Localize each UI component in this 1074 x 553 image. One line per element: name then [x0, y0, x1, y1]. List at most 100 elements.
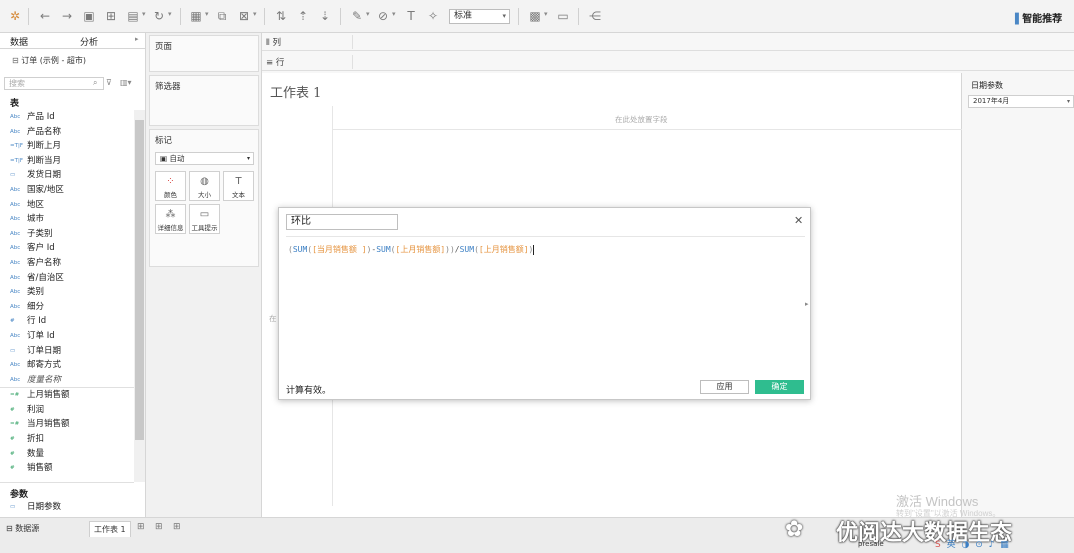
share-icon[interactable]: ⋲ — [588, 9, 602, 23]
field-item[interactable]: Abc 邮寄方式 — [0, 358, 134, 373]
new-dashboard-icon[interactable]: ⊞ — [155, 522, 163, 532]
datasource-tab[interactable]: ⊟ 数据源 — [2, 521, 43, 537]
field-item[interactable]: Abc 客户名称 — [0, 256, 134, 271]
highlight-icon[interactable]: ✎ — [350, 9, 364, 23]
parameter-select[interactable]: 2017年4月 ▾ — [968, 95, 1074, 108]
apply-button[interactable]: 应用 — [700, 380, 749, 394]
columns-shelf[interactable]: ⦀ 列 — [262, 33, 1074, 51]
scrollbar-thumb[interactable] — [135, 120, 144, 440]
section-table: 表 — [10, 99, 20, 109]
field-item[interactable]: # 利润 — [0, 403, 134, 418]
tableau-logo-icon[interactable]: ✲ — [8, 9, 22, 23]
calculation-name-input[interactable]: 环比 — [286, 214, 398, 230]
text-button[interactable]: T 文本 — [223, 171, 254, 201]
section-params: 参数 — [10, 490, 29, 500]
datasource-item[interactable]: ⊟ 订单 (示例 - 超市) — [12, 55, 86, 66]
format-select[interactable]: 标准 ▾ — [449, 9, 510, 24]
presentation-icon[interactable]: ▭ — [556, 9, 570, 23]
field-item[interactable]: =T|F 判断上月 — [0, 139, 134, 154]
undo-icon[interactable]: ← — [38, 9, 52, 23]
label-icon[interactable]: T — [404, 9, 418, 23]
filters-card[interactable]: 筛选器 — [149, 75, 259, 126]
save-icon[interactable]: ▣ — [82, 9, 96, 23]
field-item[interactable]: Abc 客户 Id — [0, 241, 134, 256]
swap-icon[interactable]: ⇅ — [274, 9, 288, 23]
color-button[interactable]: ⁘ 颜色 — [155, 171, 186, 201]
clear-icon[interactable]: ⊠ — [237, 9, 251, 23]
paste-icon[interactable]: ▤ — [126, 9, 140, 23]
field-item[interactable]: # 行 Id — [0, 314, 134, 329]
detail-button[interactable]: ⁂ 详细信息 — [155, 204, 186, 234]
tray-app-icon[interactable]: S — [935, 540, 941, 550]
field-item[interactable]: Abc 细分 — [0, 300, 134, 315]
new-story-icon[interactable]: ⊞ — [173, 522, 181, 532]
view-options-icon[interactable]: ▥▾ — [120, 78, 132, 87]
smart-recommend-label: 智能推荐 — [1022, 14, 1063, 25]
field-item[interactable]: =# 当月销售额 — [0, 417, 134, 432]
text-label: 文本 — [232, 191, 245, 199]
mark-type-select[interactable]: ▣ 自动 ▾ — [155, 152, 254, 165]
worksheet-title[interactable]: 工作表 1 — [270, 82, 321, 101]
field-item[interactable]: Abc 子类别 — [0, 227, 134, 242]
new-sheet-icon[interactable]: ▦ — [189, 9, 203, 23]
tray-moon-icon[interactable]: ◑ — [961, 540, 969, 550]
smart-recommend-button[interactable]: ▐ 智能推荐 — [1011, 10, 1062, 25]
tray-input-icon[interactable]: 英 — [947, 540, 956, 550]
dimension-type-icon: Abc — [10, 362, 21, 369]
field-list-scrollbar[interactable] — [134, 110, 145, 482]
sheet-tab[interactable]: 工作表 1 — [89, 521, 131, 537]
new-datasource-icon[interactable]: ⊞ — [104, 9, 118, 23]
duplicate-icon[interactable]: ⧉ — [215, 9, 229, 23]
field-label: 客户 Id — [27, 243, 55, 254]
filter-icon[interactable]: ⊽ — [106, 78, 112, 87]
close-icon[interactable]: ✕ — [794, 214, 803, 227]
tab-data[interactable]: 数据 — [10, 35, 28, 48]
field-item[interactable]: ▭ 订单日期 — [0, 344, 134, 359]
pin-icon[interactable]: ✧ — [426, 9, 440, 23]
tooltip-button[interactable]: ▭ 工具提示 — [189, 204, 220, 234]
parameter-pane: 日期参数 2017年4月 ▾ — [962, 73, 1074, 517]
formula-editor[interactable]: (SUM([当月销售额 ])-SUM([上月销售额]))/SUM([上月销售额]… — [288, 244, 535, 255]
field-item[interactable]: Abc 度量名称 — [0, 373, 134, 388]
tab-analysis[interactable]: 分析 — [80, 35, 98, 48]
size-button[interactable]: ◍ 大小 — [189, 171, 220, 201]
field-item[interactable]: # 数量 — [0, 447, 134, 462]
measure-type-icon: # — [10, 406, 15, 413]
field-item[interactable]: Abc 类别 — [0, 285, 134, 300]
pages-card[interactable]: 页面 — [149, 35, 259, 72]
field-item[interactable]: Abc 产品 Id — [0, 110, 134, 125]
field-item[interactable]: Abc 产品名称 — [0, 125, 134, 140]
text-cursor — [533, 244, 535, 255]
field-label: 当月销售额 — [27, 419, 70, 430]
refresh-icon[interactable]: ↻ — [152, 9, 166, 23]
field-item[interactable]: # 销售额 — [0, 461, 134, 476]
sort-desc-icon[interactable]: ⇣ — [318, 9, 332, 23]
expand-panel-icon[interactable]: ▸ — [805, 300, 809, 308]
ok-button[interactable]: 确定 — [755, 380, 804, 394]
rows-drop-zone[interactable] — [352, 55, 1074, 69]
redo-icon[interactable]: → — [60, 9, 74, 23]
tray-mic-icon[interactable]: ♪ — [989, 540, 995, 550]
tooltip-label: 工具提示 — [191, 224, 218, 232]
field-item[interactable]: Abc 订单 Id — [0, 329, 134, 344]
fit-icon[interactable]: ▩ — [528, 9, 542, 23]
tray-network-icon[interactable]: ⊙ — [975, 540, 983, 550]
columns-drop-zone[interactable] — [352, 35, 1074, 49]
param-item[interactable]: ▭ 日期参数 — [0, 500, 134, 515]
tray-keyboard-icon[interactable]: ▦ — [1000, 540, 1009, 550]
field-item[interactable]: Abc 国家/地区 — [0, 183, 134, 198]
rows-shelf[interactable]: ≡ 行 — [262, 53, 1074, 71]
new-worksheet-icon[interactable]: ⊞ — [137, 522, 145, 532]
pane-menu-icon[interactable]: ▸ — [135, 35, 139, 43]
sort-asc-icon[interactable]: ⇡ — [296, 9, 310, 23]
field-item[interactable]: Abc 地区 — [0, 198, 134, 213]
dimension-type-icon: Abc — [10, 114, 21, 120]
field-item[interactable]: Abc 城市 — [0, 212, 134, 227]
field-item[interactable]: =T|F 判断当月 — [0, 154, 134, 169]
field-item[interactable]: =# 上月销售额 — [0, 388, 134, 403]
field-item[interactable]: Abc 省/自治区 — [0, 271, 134, 286]
search-input[interactable]: 搜索 — [4, 77, 104, 90]
field-item[interactable]: # 折扣 — [0, 432, 134, 447]
group-icon[interactable]: ⊘ — [376, 9, 390, 23]
field-item[interactable]: ▭ 发货日期 — [0, 168, 134, 183]
